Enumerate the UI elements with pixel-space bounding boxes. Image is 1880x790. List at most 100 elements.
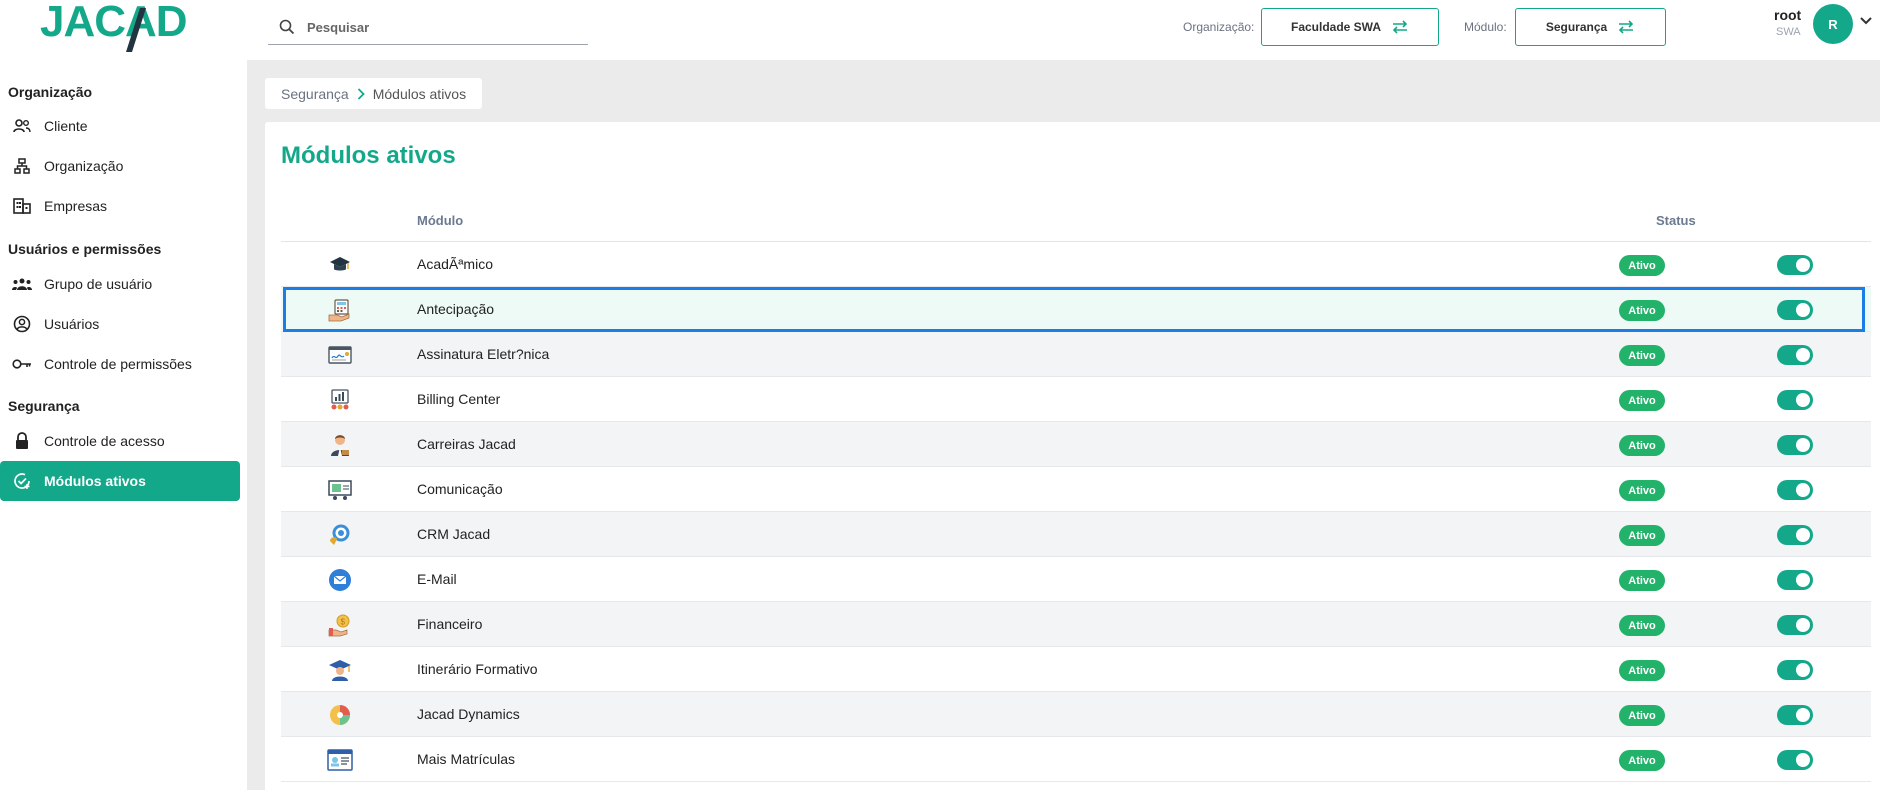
module-toggle[interactable]	[1777, 660, 1813, 680]
svg-text:$: $	[341, 618, 346, 627]
presentation-icon	[327, 477, 353, 503]
lock-icon	[12, 431, 32, 451]
table-row[interactable]: Antecipação Ativo	[281, 287, 1871, 332]
module-name: Jacad Dynamics	[417, 706, 520, 722]
table-row[interactable]: Billing Center Ativo	[281, 377, 1871, 422]
sidebar-item-empresas[interactable]: Empresas	[0, 186, 240, 226]
main-content: Segurança Módulos ativos Módulos ativos …	[247, 60, 1880, 790]
status-badge: Ativo	[1619, 435, 1665, 456]
sidebar: Organização Cliente Organização Empresas…	[0, 60, 247, 790]
top-header: JACAD Pesquisar Organização: Faculdade S…	[0, 0, 1880, 60]
status-badge: Ativo	[1619, 705, 1665, 726]
breadcrumb-current: Módulos ativos	[372, 85, 467, 102]
id-card-icon	[327, 747, 353, 773]
signature-document-icon	[327, 342, 353, 368]
modules-panel: Módulos ativos Módulo Status AcadÃªmico …	[265, 122, 1880, 790]
status-badge: Ativo	[1619, 390, 1665, 411]
check-circle-icon	[12, 471, 32, 491]
column-header-status: Status	[1656, 213, 1696, 228]
sidebar-item-grupo-de-usuario[interactable]: Grupo de usuário	[0, 264, 240, 304]
table-row[interactable]: Carreiras Jacad Ativo	[281, 422, 1871, 467]
module-name: Itinerário Formativo	[417, 661, 538, 677]
sidebar-item-controle-de-permissoes[interactable]: Controle de permissões	[0, 344, 240, 384]
module-label: Módulo:	[1464, 20, 1507, 34]
swap-icon	[1392, 20, 1408, 34]
module-toggle[interactable]	[1777, 750, 1813, 770]
search-placeholder: Pesquisar	[307, 19, 370, 35]
sidebar-item-label: Organização	[44, 158, 124, 174]
sidebar-group-title: Organização	[8, 84, 93, 100]
breadcrumb: Segurança Módulos ativos	[265, 78, 483, 109]
breadcrumb-parent[interactable]: Segurança	[281, 86, 349, 102]
key-icon	[12, 354, 32, 374]
logo-graphic: JACAD	[40, 0, 188, 52]
calculator-hand-icon	[327, 297, 353, 323]
sidebar-item-label: Controle de permissões	[44, 356, 192, 372]
org-switch-button[interactable]: Faculdade SWA	[1261, 8, 1439, 46]
user-name: root	[1774, 7, 1802, 23]
module-toggle[interactable]	[1777, 255, 1813, 275]
sidebar-item-label: Empresas	[44, 198, 108, 214]
module-toggle[interactable]	[1777, 390, 1813, 410]
student-icon	[327, 657, 353, 683]
sidebar-item-label: Grupo de usuário	[44, 276, 153, 292]
module-name: Antecipação	[417, 301, 495, 317]
status-badge: Ativo	[1619, 300, 1665, 321]
module-toggle[interactable]	[1777, 435, 1813, 455]
table-row[interactable]: Mais Matrículas Ativo	[281, 737, 1871, 782]
graduation-cap-icon	[327, 252, 353, 278]
sidebar-item-modulos-ativos[interactable]: Módulos ativos	[0, 461, 240, 501]
module-toggle[interactable]	[1777, 345, 1813, 365]
status-badge: Ativo	[1619, 345, 1665, 366]
module-name: Billing Center	[417, 391, 501, 407]
org-value: Faculdade SWA	[1290, 20, 1382, 34]
table-row[interactable]: CRM Jacad Ativo	[281, 512, 1871, 557]
search-icon	[279, 19, 295, 35]
sidebar-item-label: Controle de acesso	[44, 433, 165, 449]
status-badge: Ativo	[1619, 570, 1665, 591]
sidebar-item-usuarios[interactable]: Usuários	[0, 304, 240, 344]
module-name: AcadÃªmico	[417, 256, 493, 272]
sidebar-item-cliente[interactable]: Cliente	[0, 106, 240, 146]
professional-icon	[327, 432, 353, 458]
coin-hand-icon: $	[327, 612, 353, 638]
sidebar-item-controle-de-acesso[interactable]: Controle de acesso	[0, 421, 240, 461]
status-badge: Ativo	[1619, 615, 1665, 636]
module-toggle[interactable]	[1777, 525, 1813, 545]
search-input[interactable]: Pesquisar	[268, 10, 588, 45]
chevron-right-icon	[357, 87, 365, 100]
user-circle-icon	[12, 314, 32, 334]
building-icon	[12, 196, 32, 216]
table-row[interactable]: Jacad Dynamics Ativo	[281, 692, 1871, 737]
jacad-logo[interactable]: JACAD	[40, 0, 200, 52]
pie-chart-icon	[327, 702, 353, 728]
chevron-down-icon[interactable]	[1860, 17, 1872, 25]
modules-table: AcadÃªmico Ativo Antecipação Ativo Assin…	[281, 242, 1871, 782]
module-value: Segurança	[1545, 20, 1608, 34]
page-title: Módulos ativos	[281, 142, 456, 169]
avatar[interactable]: R	[1813, 4, 1853, 44]
table-row[interactable]: AcadÃªmico Ativo	[281, 242, 1871, 287]
status-badge: Ativo	[1619, 750, 1665, 771]
user-org: SWA	[1776, 26, 1801, 38]
status-badge: Ativo	[1619, 660, 1665, 681]
module-name: E-Mail	[417, 571, 457, 587]
module-toggle[interactable]	[1777, 300, 1813, 320]
module-toggle[interactable]	[1777, 705, 1813, 725]
module-toggle[interactable]	[1777, 570, 1813, 590]
module-toggle[interactable]	[1777, 615, 1813, 635]
table-row[interactable]: Comunicação Ativo	[281, 467, 1871, 512]
table-row[interactable]: Itinerário Formativo Ativo	[281, 647, 1871, 692]
table-row[interactable]: Assinatura Eletr?nica Ativo	[281, 332, 1871, 377]
org-label: Organização:	[1183, 20, 1255, 34]
status-badge: Ativo	[1619, 255, 1665, 276]
module-switch-button[interactable]: Segurança	[1515, 8, 1666, 46]
module-toggle[interactable]	[1777, 480, 1813, 500]
table-row[interactable]: E-Mail Ativo	[281, 557, 1871, 602]
table-row[interactable]: $ Financeiro Ativo	[281, 602, 1871, 647]
module-name: CRM Jacad	[417, 526, 491, 542]
swap-icon	[1619, 20, 1634, 34]
sidebar-item-organizacao[interactable]: Organização	[0, 146, 240, 186]
users-icon	[12, 116, 32, 136]
table-header: Módulo Status	[281, 200, 1871, 242]
